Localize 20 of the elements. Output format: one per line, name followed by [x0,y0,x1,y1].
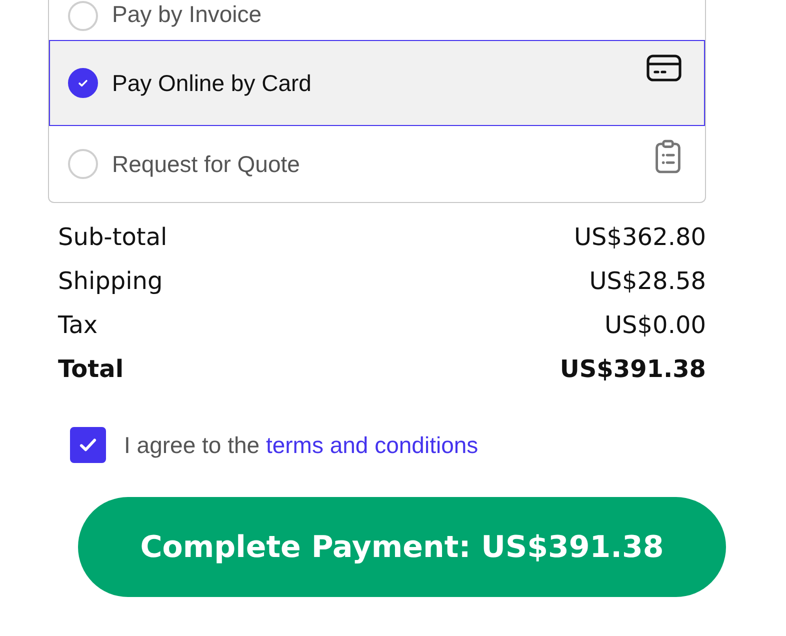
summary-label: Total [58,355,124,383]
summary-label: Shipping [58,267,163,295]
payment-option[interactable]: Request for Quote [49,126,705,202]
option-label: Pay Online by Card [112,70,312,96]
summary-amount: US$28.58 [589,267,706,295]
checkbox[interactable] [70,427,106,463]
summary-amount: US$362.80 [574,223,706,251]
payment-option[interactable]: Pay Online by Card [49,40,705,126]
summary-amount: US$391.38 [560,355,706,383]
credit-card-icon [646,53,682,83]
option-label: Request for Quote [112,150,301,178]
option-label: Pay by Invoice [112,1,263,28]
clipboard-list-icon [654,139,682,175]
summary-amount: US$0.00 [604,311,706,339]
terms-link[interactable]: terms and conditions [266,432,478,458]
radio-button[interactable] [68,68,98,98]
summary-label: Tax [58,311,98,339]
payment-option[interactable]: Pay by Invoice [49,0,705,40]
summary-label: Sub-total [58,223,168,251]
terms-text: I agree to the terms and conditions [124,432,478,458]
